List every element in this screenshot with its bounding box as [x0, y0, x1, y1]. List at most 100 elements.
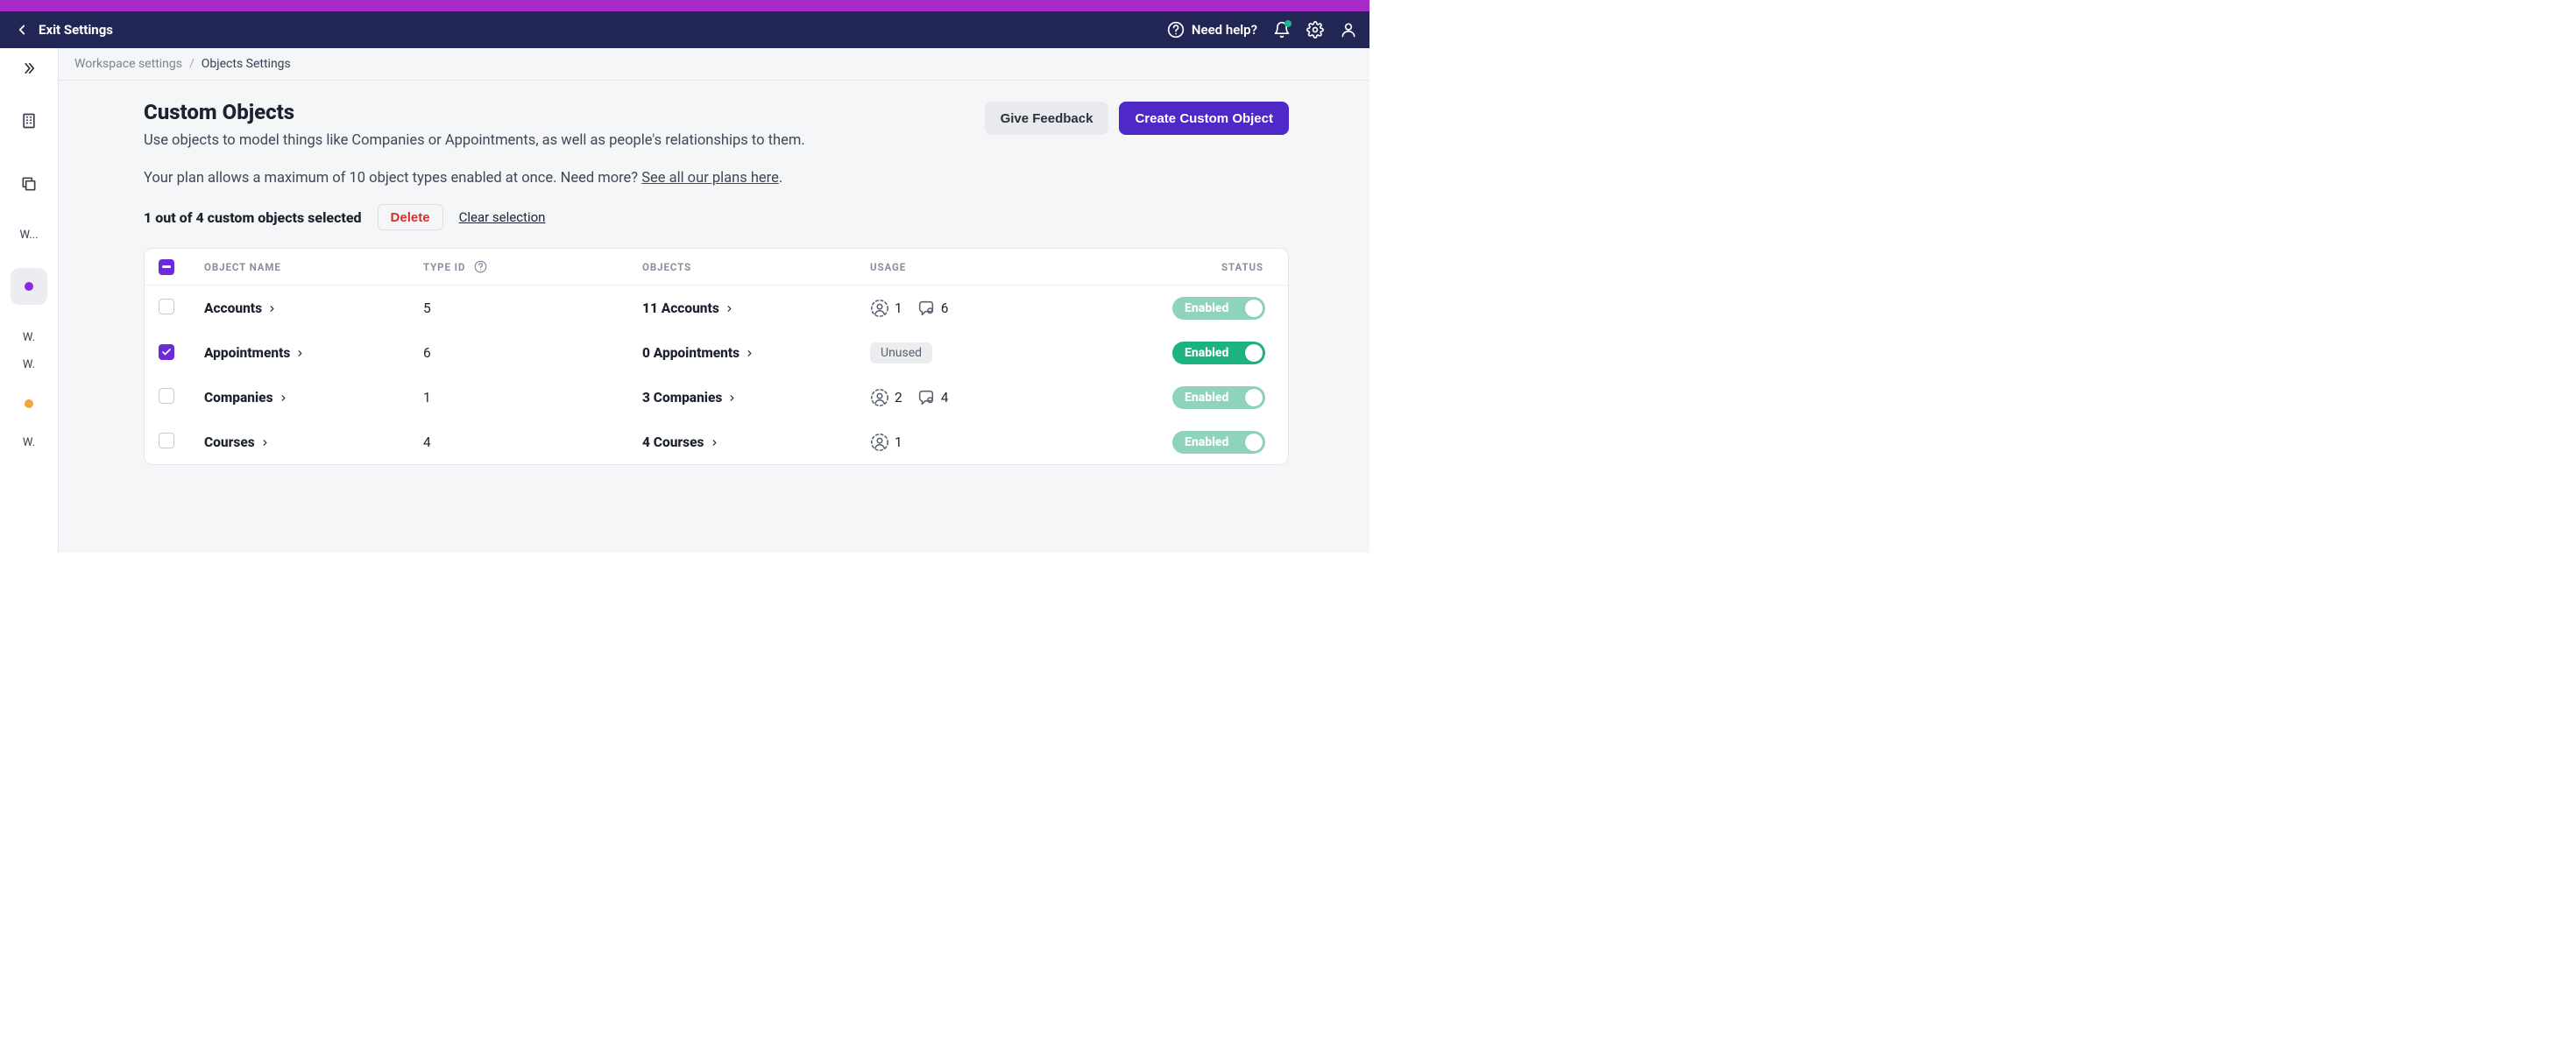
ticket-icon — [916, 299, 936, 318]
object-name-link[interactable]: Courses — [204, 434, 270, 450]
type-id: 1 — [423, 390, 642, 406]
sidebar-item-copy[interactable] — [11, 166, 47, 202]
chevron-right-icon — [725, 304, 734, 314]
breadcrumb-current: Objects Settings — [202, 57, 291, 71]
table-row: Companies 1 3 Companies 2 — [145, 375, 1288, 420]
ticket-icon — [916, 388, 936, 407]
gear-icon — [1306, 21, 1324, 39]
status-label: Enabled — [1185, 301, 1228, 315]
objects-count-label: 3 Companies — [642, 390, 722, 406]
objects-count-link[interactable]: 0 Appointments — [642, 345, 754, 361]
sidebar-label-3[interactable]: W. — [23, 358, 35, 371]
plan-line: Your plan allows a maximum of 10 object … — [144, 170, 805, 187]
usage-people-count: 1 — [895, 300, 902, 316]
chevron-right-icon — [710, 438, 719, 448]
status-toggle[interactable]: Enabled — [1172, 297, 1265, 320]
object-name-label: Courses — [204, 434, 255, 450]
chevron-double-right-icon — [21, 60, 37, 76]
select-all-checkbox[interactable] — [159, 259, 174, 275]
sidebar-item-workspace[interactable] — [11, 102, 47, 139]
expand-sidebar-button[interactable] — [21, 60, 37, 76]
object-name-link[interactable]: Accounts — [204, 300, 277, 316]
plan-prefix: Your plan allows a maximum of 10 object … — [144, 170, 641, 187]
copy-icon — [20, 175, 38, 193]
clear-selection-link[interactable]: Clear selection — [459, 209, 546, 225]
status-toggle[interactable]: Enabled — [1172, 342, 1265, 364]
unused-tag: Unused — [870, 342, 932, 363]
breadcrumb-separator: / — [189, 57, 195, 71]
object-name-link[interactable]: Companies — [204, 390, 288, 406]
col-header-status: STATUS — [1133, 261, 1265, 273]
usage-people-count: 2 — [895, 390, 902, 406]
objects-count-link[interactable]: 4 Courses — [642, 434, 719, 450]
building-icon — [20, 112, 38, 130]
breadcrumb-parent[interactable]: Workspace settings — [74, 57, 182, 71]
objects-count-link[interactable]: 3 Companies — [642, 390, 737, 406]
create-custom-object-button[interactable]: Create Custom Object — [1119, 102, 1289, 135]
give-feedback-button[interactable]: Give Feedback — [985, 102, 1109, 135]
sidebar-label-2[interactable]: W. — [23, 331, 35, 344]
sidebar-label-4[interactable]: W. — [23, 436, 35, 449]
object-name-label: Accounts — [204, 300, 262, 316]
settings-button[interactable] — [1306, 21, 1324, 39]
sidebar-item-orange[interactable] — [11, 398, 47, 410]
col-header-name: OBJECT NAME — [204, 261, 423, 273]
chevron-right-icon — [267, 304, 277, 314]
type-id: 6 — [423, 345, 642, 361]
notification-dot — [1284, 20, 1292, 27]
chevron-right-icon — [745, 349, 754, 358]
col-header-objects: OBJECTS — [642, 261, 870, 273]
usage-cell: Unused — [870, 342, 1133, 363]
usage-tickets-count: 6 — [941, 300, 949, 316]
sidebar-rail: W... W. W. W. — [0, 48, 59, 553]
table-row: Appointments 6 0 Appointments — [145, 330, 1288, 375]
row-checkbox[interactable] — [159, 433, 174, 448]
user-dashed-circle-icon — [870, 388, 889, 407]
col-header-usage: USAGE — [870, 261, 1133, 273]
object-name-label: Companies — [204, 390, 273, 406]
row-checkbox[interactable] — [159, 388, 174, 404]
chevron-left-icon — [14, 22, 30, 38]
help-circle-icon — [1167, 21, 1185, 39]
purple-dot-icon — [25, 282, 33, 291]
main-area: Workspace settings / Objects Settings Cu… — [59, 48, 1369, 553]
status-toggle[interactable]: Enabled — [1172, 386, 1265, 409]
selection-count: 1 out of 4 custom objects selected — [144, 209, 362, 226]
row-checkbox[interactable] — [159, 344, 174, 360]
orange-dot-icon — [25, 399, 33, 408]
notifications-button[interactable] — [1273, 21, 1291, 39]
help-circle-icon[interactable] — [474, 260, 487, 273]
table-row: Courses 4 4 Courses 1 — [145, 420, 1288, 464]
sidebar-item-active[interactable] — [11, 268, 47, 305]
exit-settings-button[interactable]: Exit Settings — [14, 22, 113, 38]
chevron-right-icon — [295, 349, 305, 358]
object-name-label: Appointments — [204, 345, 290, 361]
row-checkbox[interactable] — [159, 299, 174, 314]
status-toggle[interactable]: Enabled — [1172, 431, 1265, 454]
brand-strip — [0, 0, 1369, 11]
page-subtitle: Use objects to model things like Compani… — [144, 132, 805, 149]
profile-button[interactable] — [1340, 21, 1357, 39]
plan-link[interactable]: See all our plans here — [641, 170, 779, 187]
usage-tickets-count: 4 — [941, 390, 949, 406]
objects-count-link[interactable]: 11 Accounts — [642, 300, 734, 316]
status-label: Enabled — [1185, 435, 1228, 449]
sidebar-label-1[interactable]: W... — [19, 229, 38, 242]
objects-table: OBJECT NAME TYPE ID OBJECTS USAGE STATUS — [144, 248, 1289, 465]
type-id: 5 — [423, 300, 642, 316]
exit-settings-bar: Exit Settings Need help? — [0, 11, 1369, 48]
type-id: 4 — [423, 434, 642, 450]
plan-suffix: . — [779, 170, 782, 187]
object-name-link[interactable]: Appointments — [204, 345, 305, 361]
need-help-button[interactable]: Need help? — [1167, 21, 1257, 39]
usage-cell: 1 — [870, 433, 1133, 452]
col-header-type: TYPE ID — [423, 261, 465, 273]
objects-count-label: 0 Appointments — [642, 345, 740, 361]
chevron-right-icon — [279, 393, 288, 403]
chevron-right-icon — [260, 438, 270, 448]
usage-cell: 1 6 — [870, 299, 1133, 318]
delete-button[interactable]: Delete — [378, 204, 443, 230]
user-icon — [1340, 21, 1357, 39]
user-dashed-circle-icon — [870, 299, 889, 318]
exit-settings-label: Exit Settings — [39, 22, 113, 38]
